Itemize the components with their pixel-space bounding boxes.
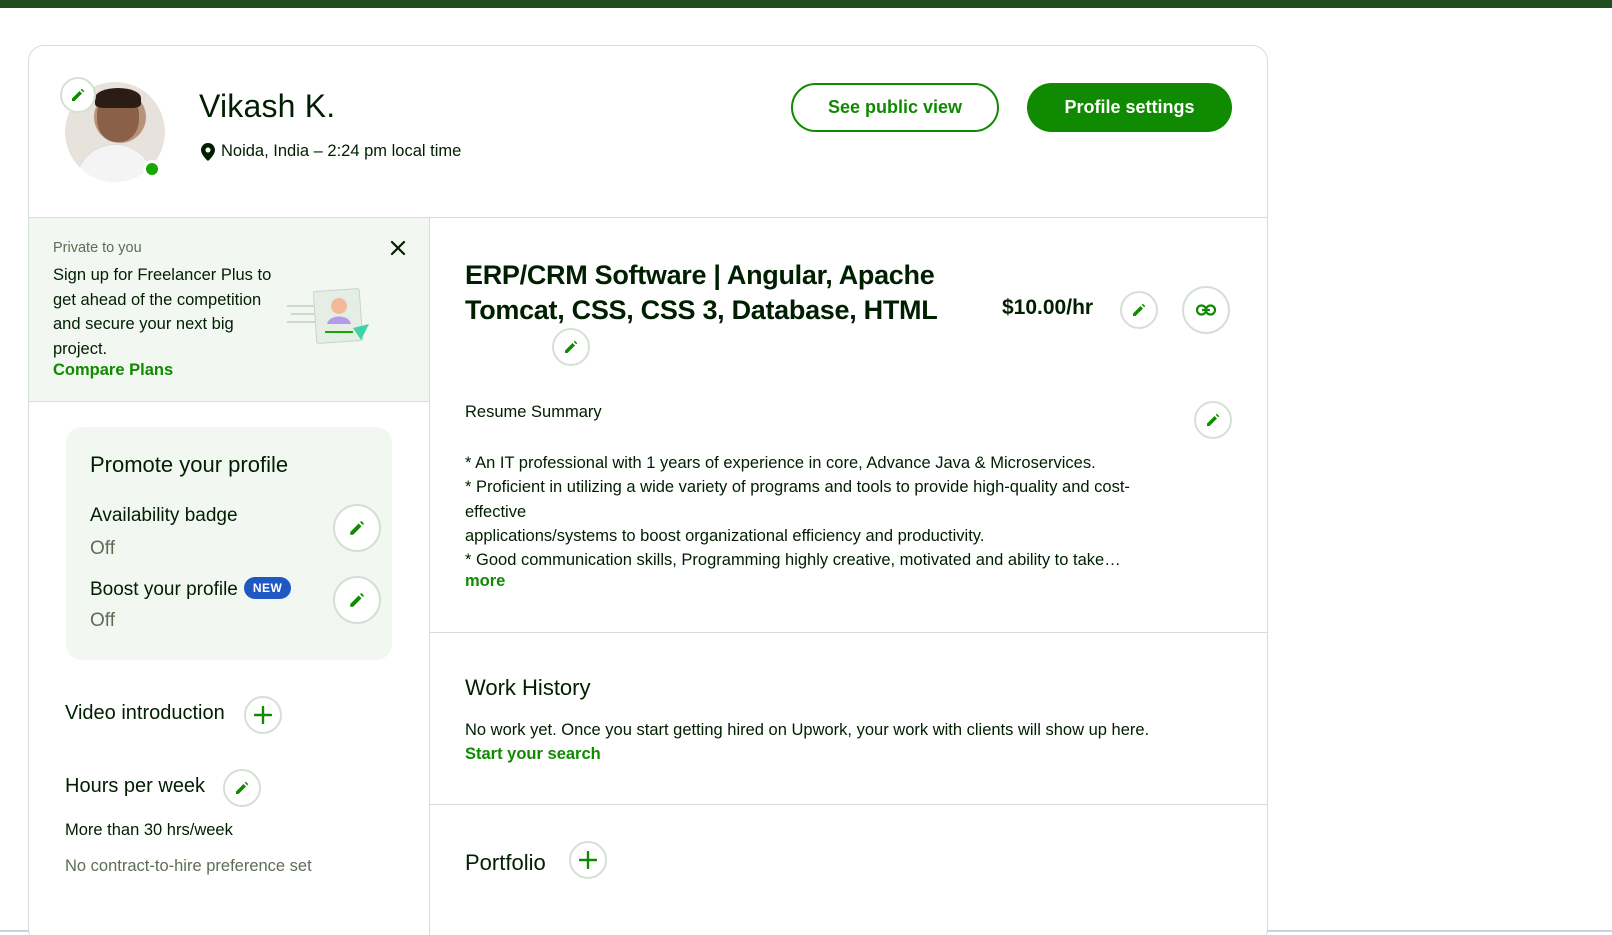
- new-badge: NEW: [243, 577, 292, 599]
- resume-line: applications/systems to boost organizati…: [465, 526, 985, 545]
- edit-title-button[interactable]: [552, 328, 590, 366]
- location-text: Noida, India – 2:24 pm local time: [221, 142, 462, 160]
- plus-icon: [254, 706, 272, 724]
- add-video-button[interactable]: [244, 696, 282, 734]
- resume-line: * Good communication skills, Programming…: [465, 551, 1121, 570]
- promo-illustration-icon: [287, 288, 369, 344]
- pencil-icon: [350, 592, 365, 607]
- freelancer-plus-promo: Private to you Sign up for Freelancer Pl…: [29, 218, 429, 402]
- resume-line: * An IT professional with 1 years of exp…: [465, 454, 1096, 472]
- resume-line: * Proficient in utilizing a wide variety…: [465, 478, 1130, 521]
- work-history-title: Work History: [465, 675, 591, 700]
- profile-card: Vikash K. Noida, India – 2:24 pm local t…: [28, 45, 1268, 935]
- plus-icon: [579, 851, 597, 869]
- column-divider: [429, 217, 430, 935]
- promote-profile-box: Promote your profile Availability badge …: [66, 427, 392, 660]
- resume-summary-label: Resume Summary: [465, 403, 602, 421]
- availability-badge-label: Availability badge: [90, 505, 238, 526]
- top-nav-bar: [0, 0, 1612, 8]
- profile-settings-button[interactable]: Profile settings: [1027, 83, 1232, 132]
- see-public-view-button[interactable]: See public view: [791, 83, 999, 132]
- edit-rate-button[interactable]: [1120, 291, 1158, 329]
- pencil-icon: [350, 520, 365, 535]
- pencil-icon: [72, 88, 85, 101]
- edit-photo-button[interactable]: [60, 77, 96, 113]
- promote-title: Promote your profile: [90, 452, 289, 477]
- pencil-icon: [236, 781, 249, 794]
- link-icon: [1196, 304, 1216, 316]
- section-divider: [429, 804, 1267, 805]
- hours-per-week-label: Hours per week: [65, 775, 206, 797]
- pencil-icon: [1133, 303, 1146, 316]
- boost-profile-label: Boost your profile NEW: [90, 577, 292, 601]
- profile-title: ERP/CRM Software | Angular, Apache Tomca…: [465, 258, 965, 328]
- resume-more-link[interactable]: more: [465, 572, 505, 591]
- hourly-rate: $10.00/hr: [1002, 296, 1094, 319]
- profile-location: Noida, India – 2:24 pm local time: [201, 142, 461, 161]
- online-status-dot: [143, 160, 161, 178]
- work-history-text: No work yet. Once you start getting hire…: [465, 721, 1150, 739]
- edit-resume-button[interactable]: [1194, 401, 1232, 439]
- close-promo-button[interactable]: [386, 236, 410, 260]
- portfolio-title: Portfolio: [465, 850, 546, 875]
- video-introduction-label: Video introduction: [65, 702, 225, 724]
- start-search-link[interactable]: Start your search: [465, 745, 601, 764]
- contract-preference: No contract-to-hire preference set: [65, 857, 312, 875]
- boost-profile-text: Boost your profile: [90, 579, 238, 600]
- edit-hours-button[interactable]: [223, 769, 261, 807]
- boost-profile-value: Off: [90, 610, 115, 631]
- section-divider: [429, 632, 1267, 633]
- edit-boost-button[interactable]: [333, 576, 381, 624]
- location-pin-icon: [201, 142, 215, 161]
- hours-per-week-value: More than 30 hrs/week: [65, 821, 233, 839]
- add-portfolio-button[interactable]: [569, 841, 607, 879]
- edit-availability-button[interactable]: [333, 504, 381, 552]
- pencil-icon: [1207, 413, 1220, 426]
- pencil-icon: [565, 340, 578, 353]
- close-icon: [390, 240, 406, 256]
- copy-link-button[interactable]: [1182, 286, 1230, 334]
- profile-title-text: ERP/CRM Software | Angular, Apache Tomca…: [465, 260, 938, 325]
- private-label: Private to you: [53, 240, 142, 256]
- profile-name: Vikash K.: [199, 88, 336, 124]
- availability-badge-value: Off: [90, 538, 115, 559]
- promo-text: Sign up for Freelancer Plus to get ahead…: [53, 266, 272, 358]
- resume-summary-text: * An IT professional with 1 years of exp…: [465, 451, 1185, 572]
- compare-plans-link[interactable]: Compare Plans: [53, 361, 173, 380]
